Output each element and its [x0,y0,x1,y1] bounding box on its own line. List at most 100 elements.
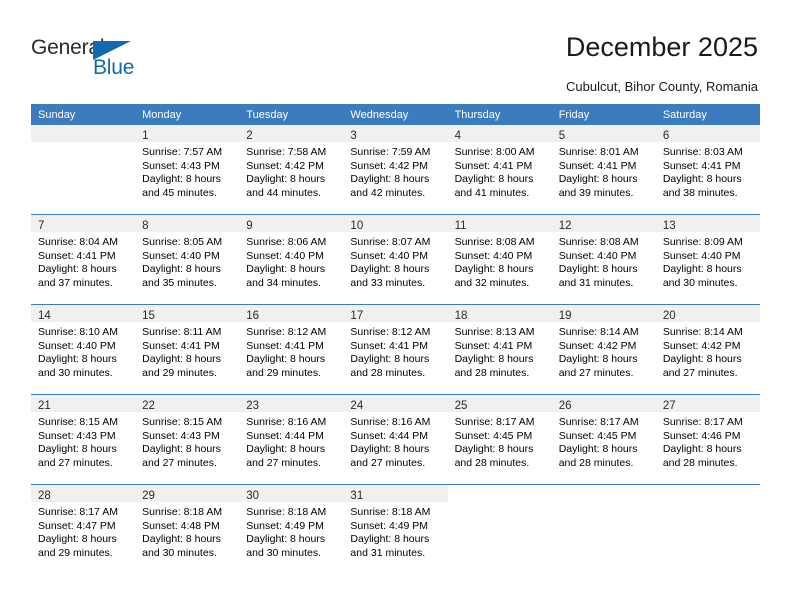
calendar-day-cell[interactable]: 21 Sunrise: 8:15 AM Sunset: 4:43 PM Dayligh… [31,394,136,485]
sunset-text: Sunset: 4:44 PM [350,429,429,442]
calendar-day-cell[interactable]: 10 Sunrise: 8:07 AM Sunset: 4:40 PM Dayligh… [343,214,448,305]
sunrise-text: Sunrise: 8:13 AM [454,326,535,338]
daylight-text-line1: Daylight: 8 hours [454,353,534,366]
day-cell-inner: 8 Sunrise: 8:05 AM Sunset: 4:40 PM Daylight… [135,215,240,304]
sunset-text: Sunset: 4:45 PM [454,429,533,442]
calendar-day-cell[interactable]: 30 Sunrise: 8:18 AM Sunset: 4:49 PM Dayligh… [239,484,344,574]
calendar-day-cell[interactable]: 11 Sunrise: 8:08 AM Sunset: 4:40 PM Dayligh… [447,214,552,305]
calendar-day-cell[interactable]: 7 Sunrise: 8:04 AM Sunset: 4:41 PM Daylight… [31,214,136,305]
day-details: Sunrise: 8:07 AM Sunset: 4:40 PM Daylight:… [343,232,447,290]
calendar-empty-cell [551,484,656,574]
sunrise-text: Sunrise: 7:58 AM [246,146,327,158]
page-header: General Blue December 2025 Cubulcut, Bih… [0,0,792,104]
calendar-day-cell[interactable]: 20 Sunrise: 8:14 AM Sunset: 4:42 PM Dayligh… [655,304,760,395]
calendar-day-cell[interactable]: 25 Sunrise: 8:17 AM Sunset: 4:45 PM Dayligh… [447,394,552,485]
sunset-text: Sunset: 4:49 PM [350,519,429,532]
sunrise-sunset-calendar: Sunday Monday Tuesday Wednesday Thursday… [31,104,760,574]
daylight-text-line1: Daylight: 8 hours [246,263,326,276]
daylight-text-line1: Daylight: 8 hours [662,173,742,186]
calendar-day-cell[interactable]: 24 Sunrise: 8:16 AM Sunset: 4:44 PM Dayligh… [343,394,448,485]
daylight-text-line1: Daylight: 8 hours [350,353,430,366]
day-number: 11 [454,220,467,232]
day-cell-inner: 5 Sunrise: 8:01 AM Sunset: 4:41 PM Daylight… [551,125,656,214]
day-number-band: 25 [447,395,552,412]
day-details [656,502,760,506]
calendar-day-cell[interactable]: 5 Sunrise: 8:01 AM Sunset: 4:41 PM Daylight… [551,125,656,215]
calendar-week-row: 1 Sunrise: 7:57 AM Sunset: 4:43 PM Daylight… [31,125,760,215]
calendar-day-cell[interactable]: 31 Sunrise: 8:18 AM Sunset: 4:49 PM Dayligh… [343,484,448,574]
day-number: 30 [246,490,260,502]
calendar-day-cell[interactable]: 19 Sunrise: 8:14 AM Sunset: 4:42 PM Dayligh… [551,304,656,395]
day-cell-inner: 1 Sunrise: 7:57 AM Sunset: 4:43 PM Daylight… [135,125,240,214]
brand-logo[interactable]: General Blue [31,36,161,86]
day-cell-inner: 25 Sunrise: 8:17 AM Sunset: 4:45 PM Dayligh… [447,395,552,484]
sunset-text: Sunset: 4:42 PM [350,159,429,172]
calendar-day-cell[interactable]: 13 Sunrise: 8:09 AM Sunset: 4:40 PM Dayligh… [655,214,760,305]
calendar-day-cell[interactable]: 2 Sunrise: 7:58 AM Sunset: 4:42 PM Daylight… [239,125,344,215]
sunrise-text: Sunrise: 8:16 AM [246,416,327,428]
day-details: Sunrise: 8:10 AM Sunset: 4:40 PM Daylight:… [31,322,135,380]
calendar-day-cell[interactable]: 17 Sunrise: 8:12 AM Sunset: 4:41 PM Dayligh… [343,304,448,395]
daylight-text-line2: and 31 minutes. [350,546,426,559]
day-number: 13 [662,220,676,232]
day-details: Sunrise: 8:18 AM Sunset: 4:49 PM Daylight:… [343,502,447,560]
calendar-day-cell[interactable]: 27 Sunrise: 8:17 AM Sunset: 4:46 PM Dayligh… [655,394,760,485]
calendar-day-cell[interactable]: 22 Sunrise: 8:15 AM Sunset: 4:43 PM Dayligh… [135,394,240,485]
calendar-day-cell[interactable]: 6 Sunrise: 8:03 AM Sunset: 4:41 PM Daylight… [655,125,760,215]
day-cell-inner [551,485,656,574]
calendar-day-cell[interactable]: 1 Sunrise: 7:57 AM Sunset: 4:43 PM Daylight… [135,125,240,215]
daylight-text-line1: Daylight: 8 hours [142,263,221,276]
calendar-day-cell[interactable]: 14 Sunrise: 8:10 AM Sunset: 4:40 PM Dayligh… [31,304,136,395]
calendar-day-cell[interactable]: 18 Sunrise: 8:13 AM Sunset: 4:41 PM Dayligh… [447,304,552,395]
calendar-empty-cell [31,125,136,215]
calendar-day-cell[interactable]: 8 Sunrise: 8:05 AM Sunset: 4:40 PM Daylight… [135,214,240,305]
day-cell-inner: 31 Sunrise: 8:18 AM Sunset: 4:49 PM Dayligh… [343,485,448,574]
calendar-body: 1 Sunrise: 7:57 AM Sunset: 4:43 PM Daylight… [31,125,760,574]
calendar-day-cell[interactable]: 23 Sunrise: 8:16 AM Sunset: 4:44 PM Dayligh… [239,394,344,485]
day-number-band: 22 [135,395,240,412]
daylight-text-line1: Daylight: 8 hours [246,533,326,546]
day-details: Sunrise: 8:13 AM Sunset: 4:41 PM Daylight:… [448,322,552,380]
sunset-text: Sunset: 4:44 PM [246,429,324,442]
sunset-text: Sunset: 4:42 PM [246,159,324,172]
daylight-text-line1: Daylight: 8 hours [350,443,430,456]
day-number: 4 [454,130,461,142]
sunset-text: Sunset: 4:43 PM [38,429,116,442]
day-details: Sunrise: 8:12 AM Sunset: 4:41 PM Daylight:… [343,322,447,380]
day-number-band: 3 [343,125,448,142]
day-number: 7 [38,220,45,232]
calendar-day-cell[interactable]: 9 Sunrise: 8:06 AM Sunset: 4:40 PM Daylight… [239,214,344,305]
weekday-header-wednesday: Wednesday [343,104,448,125]
day-details: Sunrise: 8:04 AM Sunset: 4:41 PM Daylight:… [31,232,135,290]
daylight-text-line2: and 27 minutes. [350,456,426,469]
day-number-band: 20 [655,305,760,322]
day-cell-inner: 30 Sunrise: 8:18 AM Sunset: 4:49 PM Dayligh… [239,485,344,574]
day-number: 14 [38,310,51,322]
calendar-day-cell[interactable]: 29 Sunrise: 8:18 AM Sunset: 4:48 PM Dayligh… [135,484,240,574]
day-number: 2 [246,130,253,142]
day-number-band: 4 [447,125,552,142]
sunset-text: Sunset: 4:43 PM [142,159,220,172]
weekday-header-tuesday: Tuesday [239,104,344,125]
sunset-text: Sunset: 4:41 PM [142,339,220,352]
daylight-text-line1: Daylight: 8 hours [558,173,638,186]
day-number-band: 12 [551,215,656,232]
sunset-text: Sunset: 4:45 PM [558,429,637,442]
calendar-day-cell[interactable]: 15 Sunrise: 8:11 AM Sunset: 4:41 PM Dayligh… [135,304,240,395]
day-details: Sunrise: 8:17 AM Sunset: 4:46 PM Daylight:… [656,412,760,470]
day-number: 23 [246,400,260,412]
calendar-day-cell[interactable]: 3 Sunrise: 7:59 AM Sunset: 4:42 PM Daylight… [343,125,448,215]
calendar-day-cell[interactable]: 28 Sunrise: 8:17 AM Sunset: 4:47 PM Dayligh… [31,484,136,574]
day-cell-inner: 18 Sunrise: 8:13 AM Sunset: 4:41 PM Dayligh… [447,305,552,394]
daylight-text-line1: Daylight: 8 hours [142,353,221,366]
calendar-day-cell[interactable]: 16 Sunrise: 8:12 AM Sunset: 4:41 PM Dayligh… [239,304,344,395]
day-number-band: 2 [239,125,344,142]
calendar-day-cell[interactable]: 4 Sunrise: 8:00 AM Sunset: 4:41 PM Daylight… [447,125,552,215]
sunrise-text: Sunrise: 8:08 AM [454,236,535,248]
day-number: 18 [454,310,468,322]
calendar-day-cell[interactable]: 12 Sunrise: 8:08 AM Sunset: 4:40 PM Dayligh… [551,214,656,305]
brand-name-blue: Blue [93,56,135,79]
sunset-text: Sunset: 4:40 PM [454,249,533,262]
daylight-text-line2: and 29 minutes. [38,546,113,559]
calendar-day-cell[interactable]: 26 Sunrise: 8:17 AM Sunset: 4:45 PM Dayligh… [551,394,656,485]
